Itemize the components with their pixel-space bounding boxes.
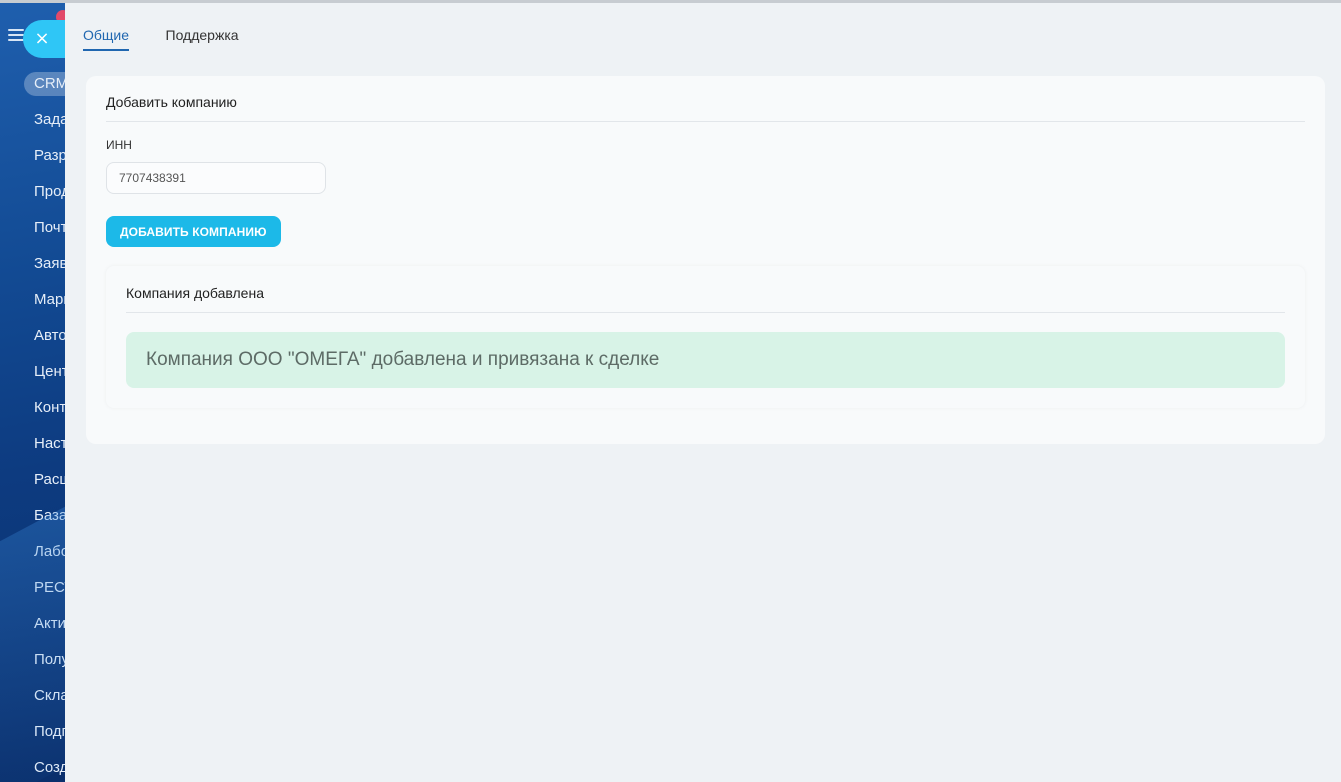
window-top-border xyxy=(0,0,1341,3)
add-company-panel: Добавить компанию ИНН ДОБАВИТЬ КОМПАНИЮ … xyxy=(86,76,1325,444)
left-sidebar: × CRM Задачи Разработка Продажи Почта За… xyxy=(0,0,65,782)
tab-bar: Общие Поддержка xyxy=(83,27,271,55)
close-slider-button[interactable]: × xyxy=(23,20,65,58)
main-content: Общие Поддержка Добавить компанию ИНН ДО… xyxy=(65,3,1341,782)
sidebar-item-lab[interactable]: Лаборатория xyxy=(0,534,65,570)
tab-support[interactable]: Поддержка xyxy=(166,27,239,49)
sidebar-item-rest[interactable]: РЕСТ xyxy=(0,570,65,606)
sidebar-item-center[interactable]: Центр xyxy=(0,354,65,390)
tab-general[interactable]: Общие xyxy=(83,27,130,51)
inn-input[interactable] xyxy=(106,162,326,194)
sidebar-item-crm[interactable]: CRM xyxy=(0,66,65,102)
inn-label: ИНН xyxy=(106,138,132,152)
sidebar-nav: CRM Задачи Разработка Продажи Почта Заяв… xyxy=(0,66,65,782)
sidebar-item-development[interactable]: Разработка xyxy=(0,138,65,174)
sidebar-item-requests[interactable]: Заявки xyxy=(0,246,65,282)
panel-title: Добавить компанию xyxy=(106,94,237,110)
success-alert: Компания ООО "ОМЕГА" добавлена и привяза… xyxy=(126,332,1285,388)
sidebar-item-sales[interactable]: Продажи xyxy=(0,174,65,210)
sidebar-item-create[interactable]: Создать xyxy=(0,750,65,782)
panel-divider xyxy=(106,121,1305,122)
sidebar-item-base[interactable]: База xyxy=(0,498,65,534)
add-company-button[interactable]: ДОБАВИТЬ КОМПАНИЮ xyxy=(106,216,281,247)
sidebar-item-recipients[interactable]: Получатели xyxy=(0,642,65,678)
sidebar-item-settings[interactable]: Настройки xyxy=(0,426,65,462)
result-divider xyxy=(126,312,1285,313)
result-title: Компания добавлена xyxy=(126,285,264,301)
sidebar-item-mail[interactable]: Почта xyxy=(0,210,65,246)
sidebar-item-automation[interactable]: Автоматизация xyxy=(0,318,65,354)
sidebar-item-activities[interactable]: Активности xyxy=(0,606,65,642)
sidebar-item-marketing[interactable]: Маркетинг xyxy=(0,282,65,318)
sidebar-item-warehouse[interactable]: Склад xyxy=(0,678,65,714)
close-icon: × xyxy=(34,28,50,49)
hamburger-menu-icon[interactable] xyxy=(8,29,24,41)
sidebar-item-tasks[interactable]: Задачи xyxy=(0,102,65,138)
sidebar-item-contacts[interactable]: Контакты xyxy=(0,390,65,426)
sidebar-item-subscriptions[interactable]: Подписки xyxy=(0,714,65,750)
sidebar-item-extensions[interactable]: Расширения xyxy=(0,462,65,498)
result-card: Компания добавлена Компания ООО "ОМЕГА" … xyxy=(106,266,1305,408)
